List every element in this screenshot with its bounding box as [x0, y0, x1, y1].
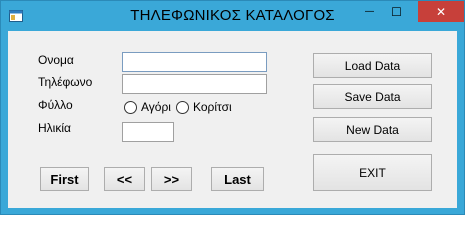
save-data-button[interactable]: Save Data — [313, 84, 432, 109]
gender-girl-label: Κορίτσι — [193, 100, 232, 114]
close-icon: ✕ — [435, 4, 447, 19]
new-data-button[interactable]: New Data — [313, 117, 432, 142]
age-input[interactable] — [122, 122, 174, 142]
exit-button[interactable]: EXIT — [313, 154, 432, 191]
close-button[interactable]: ✕ — [418, 1, 464, 22]
last-button[interactable]: Last — [211, 167, 264, 191]
form-area: Ονομα Τηλέφωνο Φύλλο Ηλικία Αγόρι Κορίτσ… — [8, 31, 457, 208]
maximize-button[interactable]: ☐ — [383, 1, 410, 22]
minimize-icon: — — [364, 6, 375, 17]
prev-button[interactable]: << — [104, 167, 145, 191]
gender-boy-option[interactable]: Αγόρι — [124, 100, 171, 114]
next-button[interactable]: >> — [151, 167, 192, 191]
age-label: Ηλικία — [38, 121, 71, 135]
gender-girl-option[interactable]: Κορίτσι — [176, 100, 232, 114]
name-label: Ονομα — [38, 53, 74, 67]
gender-boy-label: Αγόρι — [141, 100, 171, 114]
gender-girl-radio[interactable] — [176, 100, 189, 114]
name-input[interactable] — [122, 52, 267, 72]
title-bar[interactable]: ΤΗΛΕΦΩΝΙΚΟΣ ΚΑΤΑΛΟΓΟΣ — ☐ ✕ — [1, 1, 464, 31]
gender-label: Φύλλο — [38, 98, 73, 112]
first-button[interactable]: First — [40, 167, 89, 191]
load-data-button[interactable]: Load Data — [313, 53, 432, 78]
gender-boy-radio[interactable] — [124, 100, 137, 114]
phone-input[interactable] — [122, 74, 267, 94]
app-window: ΤΗΛΕΦΩΝΙΚΟΣ ΚΑΤΑΛΟΓΟΣ — ☐ ✕ Ονομα Τηλέφω… — [0, 0, 465, 215]
maximize-icon: ☐ — [391, 4, 402, 19]
phone-label: Τηλέφωνο — [38, 75, 93, 89]
minimize-button[interactable]: — — [356, 1, 383, 22]
